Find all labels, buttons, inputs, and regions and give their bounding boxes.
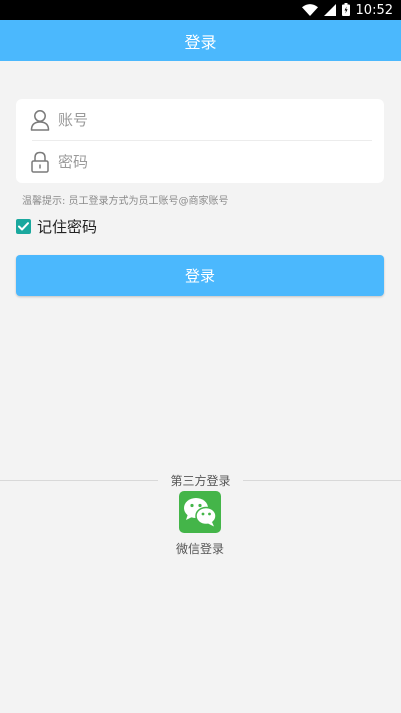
title-bar: 登录 bbox=[0, 20, 401, 61]
lock-icon bbox=[29, 151, 51, 173]
wechat-icon bbox=[184, 498, 217, 527]
login-form-card bbox=[16, 99, 384, 183]
status-icons: 10:52 bbox=[301, 0, 393, 20]
remember-password-toggle[interactable]: 记住密码 bbox=[16, 216, 97, 236]
divider-left bbox=[0, 480, 158, 481]
wechat-login-button[interactable] bbox=[179, 491, 221, 533]
login-hint: 温馨提示: 员工登录方式为员工账号@商家账号 bbox=[22, 196, 229, 207]
page-title: 登录 bbox=[184, 32, 217, 52]
status-bar: 10:52 bbox=[0, 0, 401, 20]
third-party-login-title: 第三方登录 bbox=[170, 474, 231, 488]
battery-icon bbox=[341, 1, 350, 20]
status-time: 10:52 bbox=[355, 2, 393, 18]
account-row bbox=[16, 99, 384, 141]
divider-right bbox=[243, 480, 401, 481]
account-input[interactable] bbox=[56, 110, 360, 130]
cellular-signal-icon bbox=[323, 1, 336, 20]
login-button[interactable]: 登录 bbox=[16, 255, 384, 296]
password-input[interactable] bbox=[56, 152, 360, 172]
remember-checkbox[interactable] bbox=[16, 218, 31, 234]
user-icon bbox=[29, 109, 51, 131]
wifi-icon bbox=[301, 1, 318, 20]
wechat-login-label: 微信登录 bbox=[175, 542, 224, 556]
remember-password-label: 记住密码 bbox=[37, 217, 98, 236]
password-row bbox=[16, 141, 384, 183]
checkmark-icon bbox=[18, 221, 29, 230]
